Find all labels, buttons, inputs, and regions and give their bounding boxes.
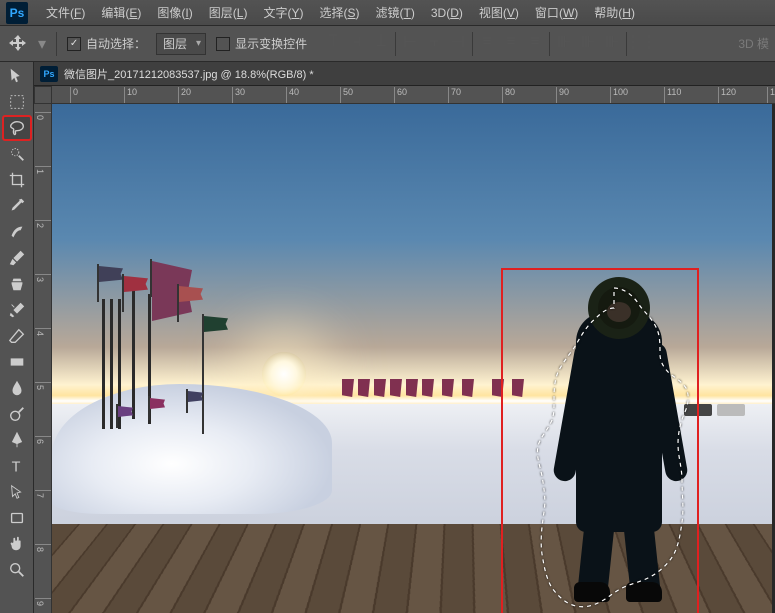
distribute-hcenter-button[interactable]: ⊪ [578,32,598,52]
vertical-ruler[interactable]: 0 1 2 3 4 5 6 7 8 9 [34,104,52,613]
distribute-top-button[interactable]: ≡ [477,32,497,52]
distribute-right-button[interactable]: ⊪ [602,32,622,52]
more-align-button[interactable]: ⋮⋮ [631,32,651,52]
eyedropper-tool[interactable] [3,194,31,218]
menu-bar: Ps 文件(F) 编辑(E) 图像(I) 图层(L) 文字(Y) 选择(S) 滤… [0,0,775,26]
canvas-area: Ps 微信图片_20171212083537.jpg @ 18.8%(RGB/8… [34,62,775,613]
clone-stamp-tool[interactable] [3,272,31,296]
rectangle-tool[interactable] [3,506,31,530]
tool-preset-icon[interactable] [8,34,28,54]
document-image: .flag:nth-of-type(9)::after{width:40px;h… [52,104,772,613]
menu-window[interactable]: 窗口(W) [527,0,586,25]
auto-select-target-dropdown[interactable]: 图层 [156,33,206,55]
blur-tool[interactable] [3,376,31,400]
checkbox-icon [67,37,81,51]
checkbox-icon [216,37,230,51]
show-transform-checkbox[interactable]: 显示变换控件 [216,35,307,52]
auto-select-checkbox[interactable]: 自动选择： [67,35,146,52]
menu-filter[interactable]: 滤镜(T) [368,0,423,25]
app-logo: Ps [6,2,28,24]
horizontal-ruler[interactable]: 0 10 20 30 40 50 60 70 80 90 100 110 120… [52,86,775,104]
pen-tool[interactable] [3,428,31,452]
menu-view[interactable]: 视图(V) [471,0,527,25]
hand-tool[interactable] [3,532,31,556]
marquee-tool[interactable] [3,90,31,114]
menu-type[interactable]: 文字(Y) [255,0,311,25]
quick-select-tool[interactable] [3,142,31,166]
ruler-origin[interactable] [34,86,52,104]
workspace: T Ps 微信图片_20171212083537.jpg @ 18.8%(RGB… [0,62,775,613]
distribute-vcenter-button[interactable]: ≡ [501,32,521,52]
canvas-viewport[interactable]: .flag:nth-of-type(9)::after{width:40px;h… [52,104,775,613]
menu-file[interactable]: 文件(F) [38,0,93,25]
align-top-button[interactable]: ⟙ [323,32,343,52]
align-bottom-button[interactable]: ⟘ [371,32,391,52]
menu-select[interactable]: 选择(S) [311,0,367,25]
gradient-tool[interactable] [3,350,31,374]
document-tab-bar: Ps 微信图片_20171212083537.jpg @ 18.8%(RGB/8… [34,62,775,86]
document-tab[interactable]: 微信图片_20171212083537.jpg @ 18.8%(RGB/8) * [64,66,314,82]
menu-edit[interactable]: 编辑(E) [93,0,149,25]
brush-tool[interactable] [3,246,31,270]
svg-text:T: T [11,459,20,475]
options-bar: ▾ 自动选择： 图层 显示变换控件 ⟙ ⫞ ⟘ ⊢ ⫟ ⊣ ≡ ≡ ≡ ⊪ ⊪ … [0,26,775,62]
align-right-button[interactable]: ⊣ [448,32,468,52]
menu-layer[interactable]: 图层(L) [201,0,256,25]
auto-select-label: 自动选择： [86,35,146,52]
dodge-tool[interactable] [3,402,31,426]
show-transform-label: 显示变换控件 [235,35,307,52]
align-buttons: ⟙ ⫞ ⟘ ⊢ ⫟ ⊣ ≡ ≡ ≡ ⊪ ⊪ ⊪ ⋮⋮ [323,32,651,56]
distribute-bottom-button[interactable]: ≡ [525,32,545,52]
selection-marquee [528,282,700,613]
align-left-button[interactable]: ⊢ [400,32,420,52]
path-select-tool[interactable] [3,480,31,504]
crop-tool[interactable] [3,168,31,192]
healing-brush-tool[interactable] [3,220,31,244]
align-vcenter-button[interactable]: ⫞ [347,32,367,52]
menu-3d[interactable]: 3D(D) [423,0,471,25]
history-brush-tool[interactable] [3,298,31,322]
toolbox: T [0,62,34,613]
zoom-tool[interactable] [3,558,31,582]
eraser-tool[interactable] [3,324,31,348]
distribute-left-button[interactable]: ⊪ [554,32,574,52]
menu-help[interactable]: 帮助(H) [586,0,643,25]
lasso-tool[interactable] [3,116,31,140]
move-tool[interactable] [3,64,31,88]
file-type-icon: Ps [40,66,58,82]
type-tool[interactable]: T [3,454,31,478]
mode-3d-label: 3D 模 [738,35,775,52]
menu-image[interactable]: 图像(I) [149,0,200,25]
align-hcenter-button[interactable]: ⫟ [424,32,444,52]
